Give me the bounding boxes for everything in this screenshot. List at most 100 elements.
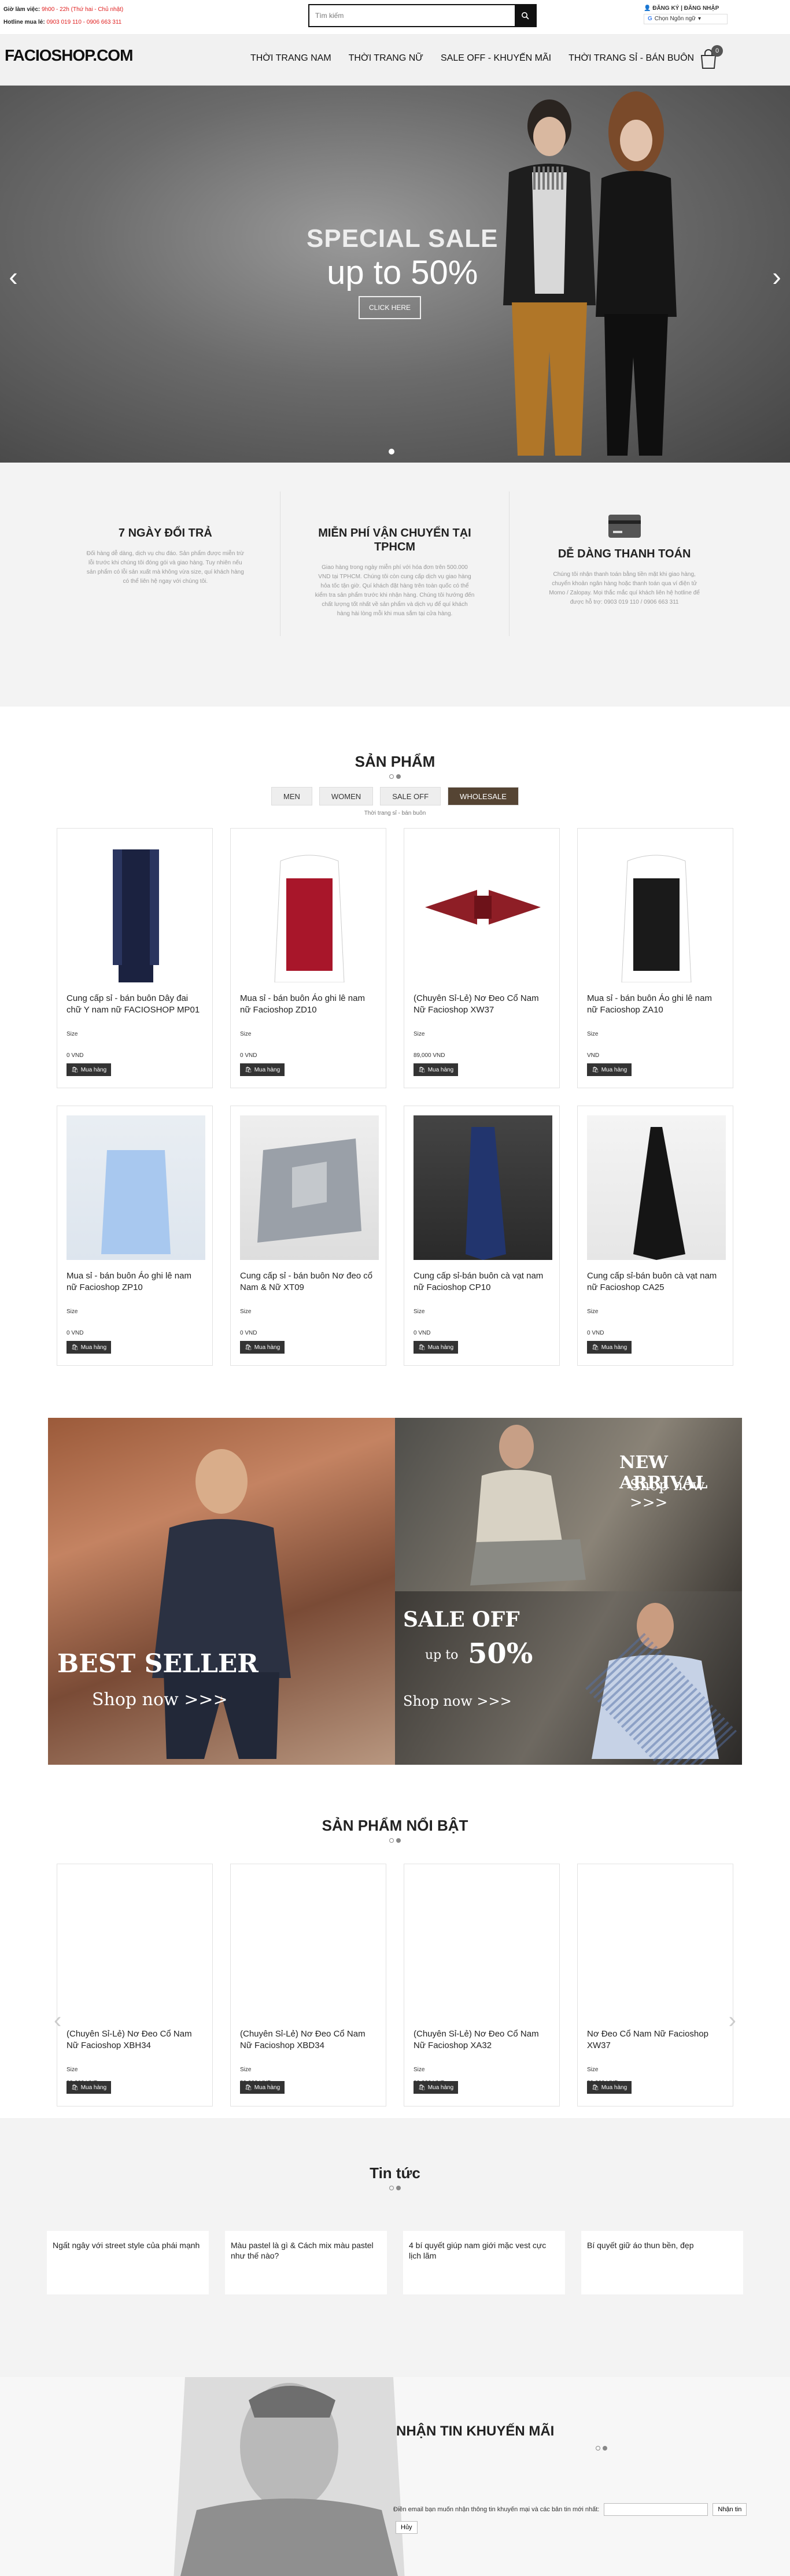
- hotline-value[interactable]: 0903 019 110 - 0906 663 311: [46, 19, 121, 25]
- cart-icon: 🛍: [71, 2084, 79, 2091]
- product-card[interactable]: (Chuyên Sỉ-Lẻ) Nơ Đeo Cổ Nam Nữ Faciosho…: [404, 828, 560, 1088]
- features-section: 7 NGÀY ĐỔI TRẢ Đối hàng dễ dàng, dịch vụ…: [0, 463, 790, 707]
- product-image[interactable]: [414, 1115, 552, 1260]
- carousel-prev-icon[interactable]: ‹: [54, 2008, 61, 2034]
- product-name[interactable]: Mua sỉ - bán buôn Áo ghi lê nam nữ Facio…: [240, 993, 376, 1028]
- product-card[interactable]: Mua sỉ - bán buôn Áo ghi lê nam nữ Facio…: [230, 828, 386, 1088]
- feature-title: MIỄN PHÍ VẬN CHUYỂN TẠI TPHCM: [318, 527, 471, 553]
- product-price: VND: [587, 1052, 600, 1059]
- product-name[interactable]: (Chuyên Sỉ-Lẻ) Nơ Đeo Cổ Nam Nữ Faciosho…: [414, 993, 550, 1028]
- banner-sale-off[interactable]: SALE OFF up to 50% Shop now >>>: [395, 1591, 742, 1765]
- nav-thoi-trang-nam[interactable]: Thời trang nam: [250, 53, 331, 64]
- product-card[interactable]: (Chuyên Sỉ-Lẻ) Nơ Đeo Cổ Nam Nữ Faciosho…: [230, 1864, 386, 2106]
- cart-icon: 🛍: [592, 1066, 599, 1073]
- tab-women[interactable]: WOMEN: [319, 787, 374, 805]
- newsletter-form: Điền email bạn muốn nhận thông tin khuyế…: [393, 2503, 747, 2516]
- product-card[interactable]: Nơ Đeo Cổ Nam Nữ Facioshop XW37 Size 89,…: [577, 1864, 733, 2106]
- product-name[interactable]: Mua sỉ - bán buôn Áo ghi lê nam nữ Facio…: [67, 1270, 203, 1305]
- product-image[interactable]: [587, 1115, 726, 1260]
- product-name[interactable]: Cung cấp sỉ - bán buôn Dây đai chữ Y nam…: [67, 993, 203, 1028]
- chevron-down-icon: ▾: [697, 16, 701, 22]
- product-image[interactable]: [67, 1115, 205, 1260]
- product-name[interactable]: Cung cấp sỉ-bán buôn cà vạt nam nữ Facio…: [587, 1270, 723, 1305]
- register-link[interactable]: ĐĂNG KÝ: [652, 5, 679, 12]
- product-image[interactable]: [414, 1873, 552, 2018]
- newsletter-submit-button[interactable]: Nhận tin: [713, 2503, 747, 2516]
- buy-button[interactable]: 🛍 Mua hàng: [240, 1063, 285, 1076]
- tab-wholesale[interactable]: WHOLESALE: [448, 787, 519, 805]
- buy-button[interactable]: 🛍 Mua hàng: [67, 1341, 112, 1354]
- news-card[interactable]: Ngất ngây với street style của phái mạnh: [47, 2231, 209, 2294]
- slider-dot[interactable]: [389, 449, 394, 454]
- product-name[interactable]: (Chuyên Sỉ-Lẻ) Nơ Đeo Cổ Nam Nữ Faciosho…: [414, 2028, 550, 2063]
- product-name[interactable]: Cung cấp sỉ-bán buôn cà vạt nam nữ Facio…: [414, 1270, 550, 1305]
- featured-section: SẢN PHẨM NỔI BẬT (Chuyên Sỉ-Lẻ) Nơ Đeo C…: [0, 1817, 790, 2106]
- product-image[interactable]: [240, 1115, 379, 1260]
- product-name[interactable]: Nơ Đeo Cổ Nam Nữ Facioshop XW37: [587, 2028, 723, 2063]
- product-name[interactable]: Mua sỉ - bán buôn Áo ghi lê nam nữ Facio…: [587, 993, 723, 1028]
- buy-button[interactable]: 🛍 Mua hàng: [240, 1341, 285, 1354]
- product-image[interactable]: [67, 838, 205, 982]
- product-image[interactable]: [414, 838, 552, 982]
- product-name[interactable]: (Chuyên Sỉ-Lẻ) Nơ Đeo Cổ Nam Nữ Faciosho…: [240, 2028, 376, 2063]
- search-button[interactable]: [515, 5, 536, 26]
- banner-new-arrival-link[interactable]: Shop now >>>: [630, 1477, 742, 1511]
- banner-sale-off-link[interactable]: Shop now >>>: [403, 1693, 512, 1709]
- logo[interactable]: FACIOSHOP.COM: [5, 46, 133, 65]
- nav-thoi-trang-nu[interactable]: Thời trang nữ: [349, 53, 423, 64]
- newsletter-email-input[interactable]: [604, 2503, 708, 2516]
- product-image[interactable]: [67, 1873, 205, 2018]
- cart-button[interactable]: 0: [699, 45, 723, 72]
- section-title: Tin tức: [370, 2164, 420, 2182]
- product-card[interactable]: Cung cấp sỉ-bán buôn cà vạt nam nữ Facio…: [577, 1106, 733, 1366]
- newsletter-cancel-button[interactable]: Hủy: [396, 2521, 418, 2534]
- product-image[interactable]: [587, 838, 726, 982]
- cart-icon: 🛍: [592, 1344, 599, 1351]
- product-card[interactable]: Cung cấp sỉ - bán buôn Dây đai chữ Y nam…: [57, 828, 213, 1088]
- buy-button[interactable]: 🛍 Mua hàng: [587, 1063, 632, 1076]
- language-select[interactable]: G Chọn Ngôn ngữ ▾: [644, 14, 728, 24]
- product-card[interactable]: Cung cấp sỉ - bán buôn Nơ đeo cổ Nam & N…: [230, 1106, 386, 1366]
- product-card[interactable]: (Chuyên Sỉ-Lẻ) Nơ Đeo Cổ Nam Nữ Faciosho…: [57, 1864, 213, 2106]
- product-name[interactable]: (Chuyên Sỉ-Lẻ) Nơ Đeo Cổ Nam Nữ Faciosho…: [67, 2028, 203, 2063]
- banner-best-seller-link[interactable]: Shop now >>>: [92, 1690, 228, 1710]
- newsletter-model-image: [173, 2377, 405, 2576]
- product-card[interactable]: Mua sỉ - bán buôn Áo ghi lê nam nữ Facio…: [577, 828, 733, 1088]
- news-card[interactable]: Bí quyết giữ áo thun bền, đẹp: [581, 2231, 743, 2294]
- tab-sale-off[interactable]: SALE OFF: [380, 787, 441, 805]
- login-link[interactable]: ĐĂNG NHẬP: [684, 5, 719, 12]
- nav-sale-off[interactable]: SALE OFF - KHUYẾN MÃI: [441, 53, 551, 64]
- product-grid: Cung cấp sỉ - bán buôn Dây đai chữ Y nam…: [0, 828, 790, 1366]
- banner-new-arrival[interactable]: NEW ARRIVAL Shop now >>>: [395, 1418, 742, 1591]
- product-card[interactable]: Mua sỉ - bán buôn Áo ghi lê nam nữ Facio…: [57, 1106, 213, 1366]
- buy-button[interactable]: 🛍 Mua hàng: [240, 2081, 285, 2094]
- slider-next-arrow-icon[interactable]: ›: [768, 259, 785, 294]
- news-card[interactable]: Màu pastel là gì & Cách mix màu pastel n…: [225, 2231, 387, 2294]
- credit-card-icon: [608, 515, 641, 538]
- buy-label: Mua hàng: [254, 1066, 280, 1073]
- search-input[interactable]: [309, 5, 515, 26]
- hours-label: Giờ làm việc:: [3, 6, 40, 13]
- buy-button[interactable]: 🛍 Mua hàng: [414, 1341, 459, 1354]
- carousel-next-icon[interactable]: ›: [729, 2008, 736, 2034]
- news-card[interactable]: 4 bí quyết giúp nam giới mặc vest cực lị…: [403, 2231, 565, 2294]
- tab-men[interactable]: MEN: [271, 787, 312, 805]
- product-card[interactable]: (Chuyên Sỉ-Lẻ) Nơ Đeo Cổ Nam Nữ Faciosho…: [404, 1864, 560, 2106]
- news-section: Tin tức Ngất ngây với street style của p…: [0, 2118, 790, 2377]
- buy-button[interactable]: 🛍 Mua hàng: [67, 1063, 112, 1076]
- banner-best-seller[interactable]: BEST SELLER Shop now >>>: [48, 1418, 395, 1765]
- product-image[interactable]: [240, 1873, 379, 2018]
- section-title: SẢN PHẨM: [355, 753, 435, 770]
- buy-button[interactable]: 🛍 Mua hàng: [414, 1063, 459, 1076]
- buy-button[interactable]: 🛍 Mua hàng: [414, 2081, 459, 2094]
- product-card[interactable]: Cung cấp sỉ-bán buôn cà vạt nam nữ Facio…: [404, 1106, 560, 1366]
- buy-button[interactable]: 🛍 Mua hàng: [587, 1341, 632, 1354]
- buy-button[interactable]: 🛍 Mua hàng: [587, 2081, 632, 2094]
- hero-cta-button[interactable]: CLICK HERE: [359, 296, 421, 319]
- buy-button[interactable]: 🛍 Mua hàng: [67, 2081, 112, 2094]
- nav-wholesale[interactable]: THỜI TRANG SỈ - BÁN BUÔN: [568, 53, 694, 64]
- product-name[interactable]: Cung cấp sỉ - bán buôn Nơ đeo cổ Nam & N…: [240, 1270, 376, 1305]
- product-image[interactable]: [587, 1873, 726, 2018]
- product-image[interactable]: [240, 838, 379, 982]
- slider-prev-arrow-icon[interactable]: ‹: [5, 259, 22, 294]
